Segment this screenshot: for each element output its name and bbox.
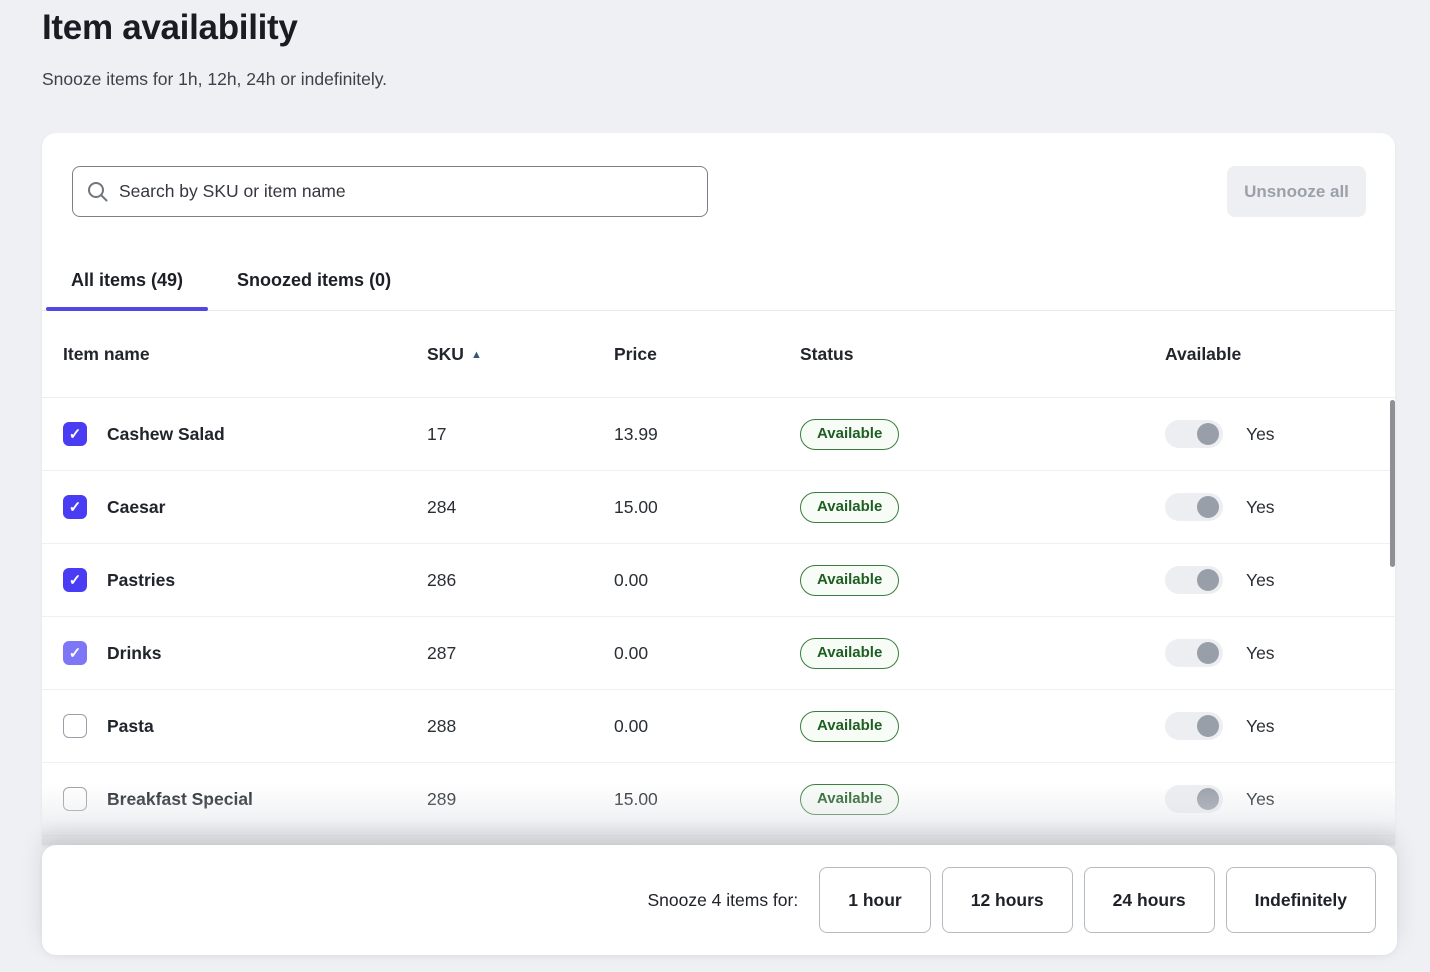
status-badge: Available [800, 565, 899, 596]
check-icon: ✓ [69, 500, 82, 515]
table-row[interactable]: ✓ Pasta 288 0.00 Available Yes [42, 690, 1395, 763]
search-input[interactable] [119, 167, 707, 216]
item-sku: 287 [427, 643, 614, 664]
snooze-indefinitely-button[interactable]: Indefinitely [1226, 867, 1376, 933]
snooze-12-hours-button[interactable]: 12 hours [942, 867, 1073, 933]
item-name: Breakfast Special [107, 789, 427, 810]
column-header-item-name: Item name [63, 344, 427, 365]
availability-label: Yes [1246, 716, 1275, 737]
row-checkbox[interactable]: ✓ [63, 714, 87, 738]
table-row[interactable]: ✓ Drinks 287 0.00 Available Yes [42, 617, 1395, 690]
item-price: 0.00 [614, 570, 800, 591]
toggle-knob [1197, 423, 1219, 445]
status-badge: Available [800, 784, 899, 815]
snooze-action-bar: Snooze 4 items for: 1 hour 12 hours 24 h… [42, 845, 1397, 955]
tabs: All items (49) Snoozed items (0) [42, 250, 1395, 311]
row-checkbox[interactable]: ✓ [63, 787, 87, 811]
snooze-selection-label: Snooze 4 items for: [647, 890, 798, 911]
item-name: Caesar [107, 497, 427, 518]
column-header-sku-label: SKU [427, 344, 464, 364]
item-name: Cashew Salad [107, 424, 427, 445]
toggle-knob [1197, 496, 1219, 518]
unsnooze-all-button[interactable]: Unsnooze all [1227, 166, 1366, 217]
column-header-price: Price [614, 344, 800, 365]
tab-snoozed-items[interactable]: Snoozed items (0) [212, 250, 416, 310]
availability-toggle[interactable] [1165, 712, 1223, 740]
search-icon [87, 181, 109, 203]
items-card: Unsnooze all All items (49) Snoozed item… [42, 133, 1395, 845]
status-badge: Available [800, 419, 899, 450]
row-checkbox[interactable]: ✓ [63, 495, 87, 519]
item-sku: 289 [427, 789, 614, 810]
availability-label: Yes [1246, 424, 1275, 445]
table-header: Item name SKU ▲ Price Status Available [42, 311, 1395, 398]
snooze-1-hour-button[interactable]: 1 hour [819, 867, 930, 933]
status-badge: Available [800, 638, 899, 669]
item-price: 0.00 [614, 716, 800, 737]
availability-toggle[interactable] [1165, 493, 1223, 521]
table-scrollbar-thumb[interactable] [1390, 400, 1395, 567]
sort-asc-icon: ▲ [471, 349, 482, 361]
status-badge: Available [800, 711, 899, 742]
table-row[interactable]: ✓ Cashew Salad 17 13.99 Available Yes [42, 398, 1395, 471]
item-name: Pastries [107, 570, 427, 591]
toggle-knob [1197, 715, 1219, 737]
item-price: 15.00 [614, 789, 800, 810]
availability-toggle[interactable] [1165, 639, 1223, 667]
item-price: 15.00 [614, 497, 800, 518]
snooze-24-hours-button[interactable]: 24 hours [1084, 867, 1215, 933]
table-body: ✓ Cashew Salad 17 13.99 Available Yes ✓ … [42, 398, 1395, 836]
row-checkbox[interactable]: ✓ [63, 422, 87, 446]
availability-label: Yes [1246, 570, 1275, 591]
item-availability-page: Item availability Snooze items for 1h, 1… [0, 0, 1430, 972]
table-row[interactable]: ✓ Breakfast Special 289 15.00 Available … [42, 763, 1395, 836]
table-row[interactable]: ✓ Pastries 286 0.00 Available Yes [42, 544, 1395, 617]
item-sku: 17 [427, 424, 614, 445]
toggle-knob [1197, 642, 1219, 664]
search-box [72, 166, 708, 217]
item-name: Pasta [107, 716, 427, 737]
tab-all-items[interactable]: All items (49) [46, 250, 208, 310]
page-title: Item availability [42, 8, 298, 48]
toggle-knob [1197, 788, 1219, 810]
availability-toggle[interactable] [1165, 420, 1223, 448]
item-sku: 286 [427, 570, 614, 591]
column-header-sku[interactable]: SKU ▲ [427, 344, 614, 365]
item-price: 13.99 [614, 424, 800, 445]
item-sku: 288 [427, 716, 614, 737]
table-row[interactable]: ✓ Caesar 284 15.00 Available Yes [42, 471, 1395, 544]
toggle-knob [1197, 569, 1219, 591]
check-icon: ✓ [69, 573, 82, 588]
availability-label: Yes [1246, 643, 1275, 664]
availability-label: Yes [1246, 497, 1275, 518]
item-sku: 284 [427, 497, 614, 518]
page-subtitle: Snooze items for 1h, 12h, 24h or indefin… [42, 69, 387, 90]
check-icon: ✓ [69, 427, 82, 442]
availability-label: Yes [1246, 789, 1275, 810]
row-checkbox[interactable]: ✓ [63, 568, 87, 592]
check-icon: ✓ [69, 646, 82, 661]
column-header-status: Status [800, 344, 1165, 365]
column-header-available: Available [1165, 344, 1395, 365]
item-name: Drinks [107, 643, 427, 664]
availability-toggle[interactable] [1165, 785, 1223, 813]
row-checkbox[interactable]: ✓ [63, 641, 87, 665]
availability-toggle[interactable] [1165, 566, 1223, 594]
item-price: 0.00 [614, 643, 800, 664]
status-badge: Available [800, 492, 899, 523]
